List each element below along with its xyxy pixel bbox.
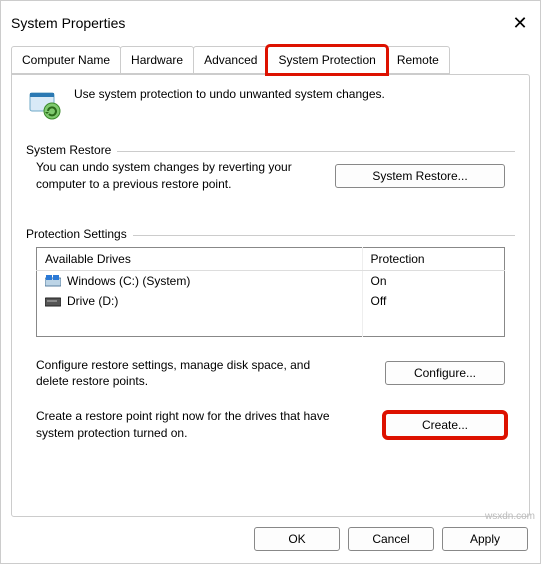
group-label-protection-settings: Protection Settings <box>26 227 133 241</box>
close-icon[interactable]: ✕ <box>510 13 530 34</box>
tab-panel-system-protection: Use system protection to undo unwanted s… <box>11 74 530 517</box>
table-row[interactable]: Windows (C:) (System) On <box>37 270 505 291</box>
group-label-system-restore: System Restore <box>26 143 117 157</box>
table-row[interactable]: Drive (D:) Off <box>37 291 505 337</box>
tab-system-protection[interactable]: System Protection <box>267 46 386 74</box>
system-properties-dialog: System Properties ✕ Computer Name Hardwa… <box>0 0 541 564</box>
windows-drive-icon <box>45 275 61 287</box>
dialog-footer: OK Cancel Apply <box>1 517 540 563</box>
create-button[interactable]: Create... <box>385 413 505 437</box>
tab-computer-name[interactable]: Computer Name <box>11 46 121 74</box>
watermark: wsxdn.com <box>485 511 535 522</box>
drive-protection-value: Off <box>362 291 504 337</box>
configure-desc: Configure restore settings, manage disk … <box>36 357 336 391</box>
intro-row: Use system protection to undo unwanted s… <box>26 87 515 123</box>
system-restore-button[interactable]: System Restore... <box>335 164 505 188</box>
drive-name-label: Windows (C:) (System) <box>67 274 190 288</box>
col-available-drives[interactable]: Available Drives <box>37 247 363 270</box>
drive-protection-value: On <box>362 270 504 291</box>
group-system-restore: System Restore You can undo system chang… <box>26 143 515 207</box>
create-desc: Create a restore point right now for the… <box>36 408 336 442</box>
apply-button[interactable]: Apply <box>442 527 528 551</box>
drive-icon <box>45 295 61 307</box>
group-protection-settings: Protection Settings Available Drives Pro… <box>26 227 515 474</box>
cancel-button[interactable]: Cancel <box>348 527 434 551</box>
intro-text: Use system protection to undo unwanted s… <box>74 87 385 101</box>
ok-button[interactable]: OK <box>254 527 340 551</box>
window-title: System Properties <box>11 15 125 31</box>
drives-table: Available Drives Protection <box>36 247 505 337</box>
configure-button[interactable]: Configure... <box>385 361 505 385</box>
titlebar: System Properties ✕ <box>1 1 540 41</box>
col-protection[interactable]: Protection <box>362 247 504 270</box>
tab-strip: Computer Name Hardware Advanced System P… <box>1 45 540 74</box>
tab-advanced[interactable]: Advanced <box>193 46 268 74</box>
tab-remote[interactable]: Remote <box>386 46 450 74</box>
system-restore-desc: You can undo system changes by reverting… <box>36 159 321 193</box>
system-protection-icon <box>26 87 62 123</box>
tab-hardware[interactable]: Hardware <box>120 46 194 74</box>
drive-name-label: Drive (D:) <box>67 294 118 308</box>
